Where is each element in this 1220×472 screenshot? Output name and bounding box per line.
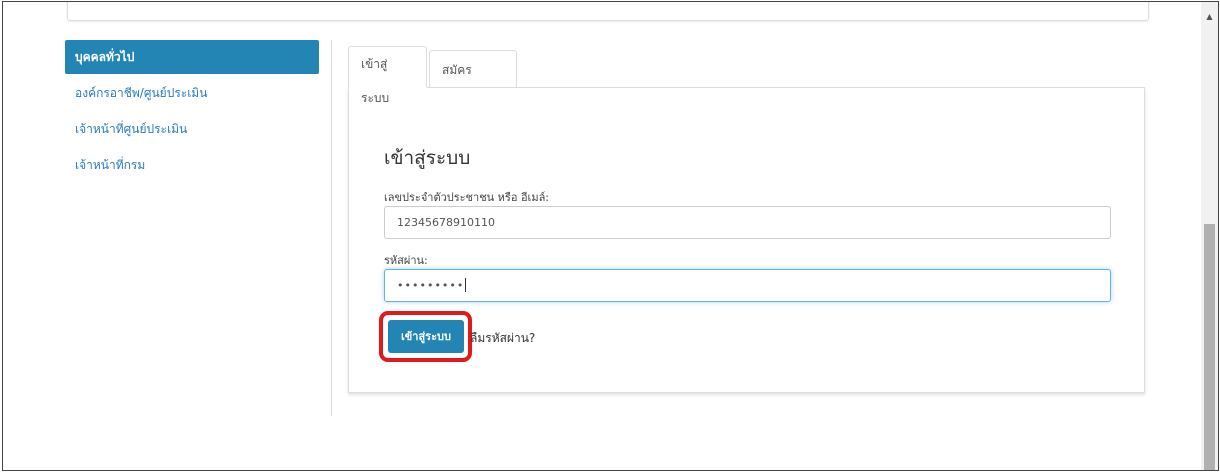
login-button[interactable]: เข้าสู่ระบบ [388, 320, 464, 353]
tab-register[interactable]: สมัครสมาชิก [429, 50, 517, 115]
password-field[interactable]: ••••••••• [384, 269, 1111, 302]
chevron-up-icon[interactable]: ▲ [1201, 8, 1218, 25]
forgot-password-link[interactable]: ลืมรหัสผ่าน? [470, 329, 535, 348]
sidebar-item-department-staff[interactable]: เจ้าหน้าที่กรม [65, 148, 319, 182]
sidebar-item-professional-org[interactable]: องค์กรอาชีพ/ศูนย์ประเมิน [65, 76, 319, 110]
sidebar: บุคคลทั่วไป องค์กรอาชีพ/ศูนย์ประเมิน เจ้… [65, 40, 319, 184]
password-field-label: รหัสผ่าน: [384, 254, 428, 267]
id-or-email-field[interactable]: 12345678910110 [384, 206, 1111, 239]
sidebar-item-assessment-center-staff[interactable]: เจ้าหน้าที่ศูนย์ประเมิน [65, 112, 319, 146]
top-panel [67, 2, 1149, 21]
vertical-scrollbar[interactable]: ▲ [1201, 2, 1218, 470]
tab-login[interactable]: เข้าสู่ระบบ [348, 46, 427, 105]
browser-viewport: บุคคลทั่วไป องค์กรอาชีพ/ศูนย์ประเมิน เจ้… [2, 1, 1219, 471]
sidebar-item-general-public[interactable]: บุคคลทั่วไป [65, 40, 319, 74]
id-field-value: 12345678910110 [397, 216, 495, 229]
text-caret [465, 278, 467, 292]
login-panel: เข้าสู่ระบบ เลขประจำตัวประชาชน หรือ อีเม… [348, 87, 1145, 393]
password-field-value: ••••••••• [397, 279, 465, 292]
sidebar-divider [331, 40, 332, 416]
id-field-label: เลขประจำตัวประชาชน หรือ อีเมล์: [384, 191, 550, 204]
scrollbar-thumb[interactable] [1204, 224, 1215, 470]
page-title: เข้าสู่ระบบ [384, 147, 471, 169]
